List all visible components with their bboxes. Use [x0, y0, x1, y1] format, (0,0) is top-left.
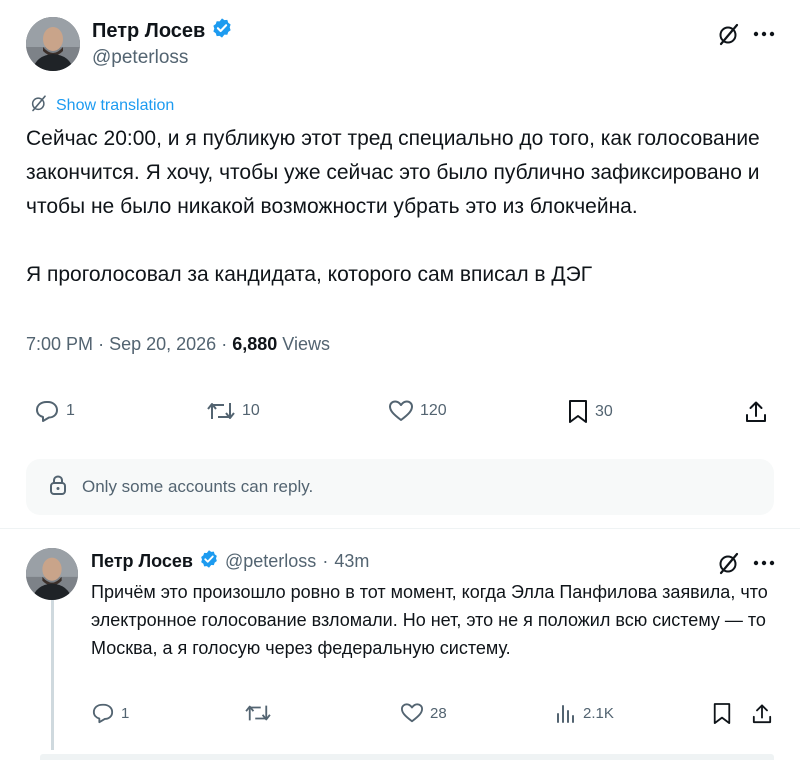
reply-icon: [91, 702, 115, 724]
like-count: 120: [420, 402, 447, 419]
verified-badge-icon: [199, 549, 219, 574]
author-avatar[interactable]: [26, 17, 80, 71]
reply-header: Петр Лосев @peterloss · 43m: [91, 549, 369, 574]
grok-icon[interactable]: [715, 20, 743, 48]
reply-time[interactable]: 43m: [334, 551, 369, 572]
meta-separator: ·: [221, 334, 228, 354]
reply-author-avatar[interactable]: [26, 548, 78, 600]
bookmark-button[interactable]: [708, 701, 736, 727]
reply-restriction-text: Only some accounts can reply.: [82, 477, 314, 496]
next-item-edge: [40, 754, 774, 760]
like-button[interactable]: 120: [388, 399, 447, 423]
reply-button[interactable]: 1: [91, 702, 129, 724]
reply-count: 1: [121, 704, 130, 722]
reply-tweet-text: Причём это произошло ровно в тот момент,…: [91, 582, 768, 658]
share-icon: [752, 703, 772, 725]
repost-button[interactable]: [244, 702, 278, 724]
views-count: 2.1K: [583, 704, 614, 722]
share-button[interactable]: [748, 701, 776, 727]
tweet-paragraph: Сейчас 20:00, и я публикую этот тред спе…: [26, 127, 760, 218]
tweet-time[interactable]: 7:00 PM: [26, 334, 93, 354]
reply-button[interactable]: 1: [34, 399, 75, 423]
analytics-icon: [555, 702, 577, 724]
show-translation-link[interactable]: Show translation: [30, 94, 174, 117]
grok-icon[interactable]: [715, 549, 743, 577]
divider: [0, 528, 800, 529]
reply-author-handle[interactable]: @peterloss: [225, 551, 316, 572]
views-button[interactable]: 2.1K: [555, 702, 614, 724]
repost-icon: [206, 399, 236, 423]
thread-line: [51, 600, 54, 750]
meta-separator: ·: [98, 334, 105, 354]
tweet-date[interactable]: Sep 20, 2026: [109, 334, 216, 354]
verified-badge-icon: [211, 17, 233, 45]
bookmark-button[interactable]: 30: [567, 399, 613, 425]
show-translation-label[interactable]: Show translation: [56, 97, 174, 115]
reply-author-name[interactable]: Петр Лосев: [91, 551, 193, 572]
tweet-meta: 7:00 PM · Sep 20, 2026 · 6,880 Views: [26, 334, 330, 355]
like-count: 28: [430, 704, 447, 722]
reply-restriction-notice: Only some accounts can reply.: [26, 459, 774, 515]
author-name-text[interactable]: Петр Лосев: [92, 20, 205, 43]
repost-button[interactable]: 10: [206, 399, 260, 423]
tweet-text: Сейчас 20:00, и я публикую этот тред спе…: [26, 122, 776, 292]
author-handle[interactable]: @peterloss: [92, 47, 188, 69]
views-label: Views: [282, 334, 330, 354]
repost-icon: [244, 702, 272, 724]
bookmark-icon: [567, 399, 589, 425]
share-icon: [745, 400, 767, 424]
like-icon: [400, 702, 424, 724]
bookmark-icon: [712, 702, 732, 726]
lock-icon: [48, 474, 68, 501]
repost-count: 10: [242, 402, 260, 419]
author-name[interactable]: Петр Лосев: [92, 18, 233, 44]
more-icon[interactable]: [750, 20, 778, 48]
like-button[interactable]: 28: [400, 702, 447, 724]
translate-icon: [30, 94, 48, 117]
reply-count: 1: [66, 402, 75, 419]
reply-separator: ·: [322, 551, 329, 571]
share-button[interactable]: [742, 398, 770, 426]
tweet-paragraph: Я проголосовал за кандидата, которого са…: [26, 263, 593, 286]
views-count: 6,880: [232, 334, 278, 354]
bookmark-count: 30: [595, 403, 613, 420]
more-icon[interactable]: [750, 549, 778, 577]
reply-icon: [34, 399, 60, 423]
like-icon: [388, 399, 414, 423]
